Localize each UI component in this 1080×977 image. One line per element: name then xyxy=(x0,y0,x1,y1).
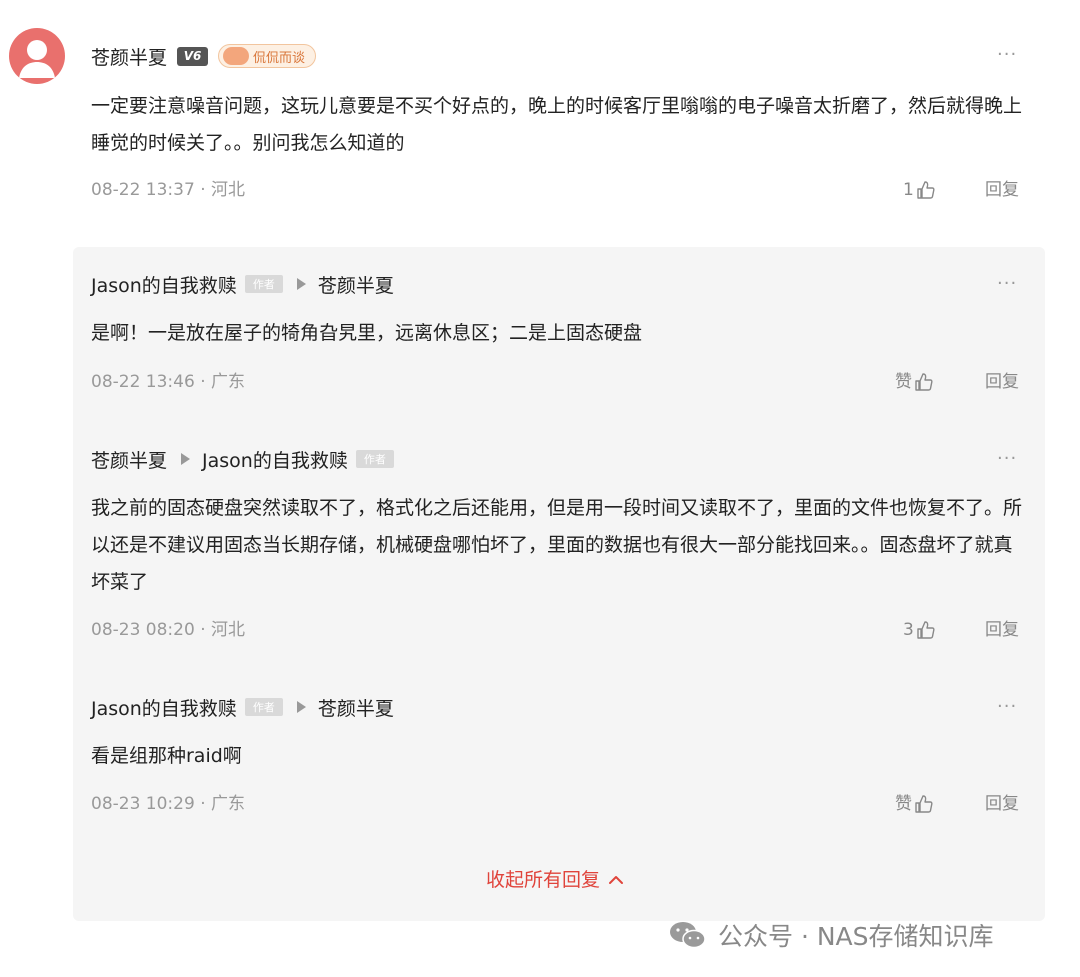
wechat-icon xyxy=(670,922,706,949)
reply-button[interactable]: 回复 xyxy=(985,792,1019,816)
reply-target-name[interactable]: 苍颜半夏 xyxy=(318,694,394,721)
like-label: 赞 xyxy=(895,794,912,814)
reply-target-name[interactable]: 苍颜半夏 xyxy=(318,271,394,298)
like-count: 3 xyxy=(903,620,914,640)
comment-time-location: 08-22 13:37 · 河北 xyxy=(91,180,246,200)
medal-icon xyxy=(223,47,250,65)
medal-label: 侃侃而谈 xyxy=(253,50,306,66)
like-button[interactable]: 3 xyxy=(903,618,936,642)
user-silhouette-icon xyxy=(19,40,55,78)
more-options-icon[interactable]: ··· xyxy=(997,274,1017,294)
reply-time-location: 08-22 13:46 · 广东 xyxy=(91,372,246,392)
author-tag: 作者 xyxy=(244,698,283,716)
comment-text: 一定要注意噪音问题，这玩儿意要是不买个好点的，晚上的时候客厅里嗡嗡的电子噪音太折… xyxy=(91,95,1023,154)
more-options-icon[interactable]: ··· xyxy=(997,449,1017,469)
avatar[interactable] xyxy=(9,28,65,84)
reply-button[interactable]: 回复 xyxy=(985,618,1019,642)
reply-to-arrow-icon xyxy=(296,278,306,290)
thumbs-up-icon xyxy=(917,181,935,199)
reply-button[interactable]: 回复 xyxy=(985,370,1019,394)
reply-to-arrow-icon xyxy=(296,701,306,713)
reply-header: 苍颜半夏 Jason的自我救赎 作者 xyxy=(91,444,394,474)
reply-target-name[interactable]: Jason的自我救赎 xyxy=(202,446,348,473)
reply-header: Jason的自我救赎 作者 苍颜半夏 xyxy=(91,269,394,299)
thumbs-up-icon xyxy=(915,795,933,813)
reply-author-name[interactable]: Jason的自我救赎 xyxy=(91,694,237,721)
reply-time-location: 08-23 10:29 · 广东 xyxy=(91,794,246,814)
thumbs-up-icon xyxy=(915,373,933,391)
like-button[interactable]: 赞 xyxy=(895,370,934,394)
reply-button[interactable]: 回复 xyxy=(985,178,1019,202)
reply-text: 我之前的固态硬盘突然读取不了，格式化之后还能用，但是用一段时间又读取不了，里面的… xyxy=(91,497,1023,593)
like-button[interactable]: 赞 xyxy=(895,792,934,816)
comment-header: 苍颜半夏 V6 侃侃而谈 xyxy=(91,40,317,72)
reply-author-name[interactable]: Jason的自我救赎 xyxy=(91,271,237,298)
author-tag: 作者 xyxy=(244,275,283,293)
like-count: 1 xyxy=(903,180,914,200)
more-options-icon[interactable]: ··· xyxy=(997,45,1017,65)
medal-badge: 侃侃而谈 xyxy=(218,44,317,68)
level-badge: V6 xyxy=(177,46,209,66)
comment-author-name[interactable]: 苍颜半夏 xyxy=(91,43,167,70)
reply-text: 看是组那种raid啊 xyxy=(91,745,242,767)
chevron-up-icon xyxy=(609,876,624,884)
reply-author-name[interactable]: 苍颜半夏 xyxy=(91,446,167,473)
reply-text: 是啊！一是放在屋子的犄角旮旯里，远离休息区；二是上固态硬盘 xyxy=(91,322,643,344)
thumbs-up-icon xyxy=(917,621,935,639)
like-label: 赞 xyxy=(895,372,912,392)
watermark-text: 公众号 · NAS存储知识库 xyxy=(718,922,994,951)
reply-header: Jason的自我救赎 作者 苍颜半夏 xyxy=(91,692,394,722)
collapse-replies-label: 收起所有回复 xyxy=(486,869,601,891)
watermark: 公众号 · NAS存储知识库 xyxy=(668,917,994,953)
author-tag: 作者 xyxy=(355,450,394,468)
reply-time-location: 08-23 08:20 · 河北 xyxy=(91,620,246,640)
collapse-replies-button[interactable]: 收起所有回复 xyxy=(486,866,624,894)
like-button[interactable]: 1 xyxy=(903,178,936,202)
reply-to-arrow-icon xyxy=(181,453,191,465)
more-options-icon[interactable]: ··· xyxy=(997,697,1017,717)
